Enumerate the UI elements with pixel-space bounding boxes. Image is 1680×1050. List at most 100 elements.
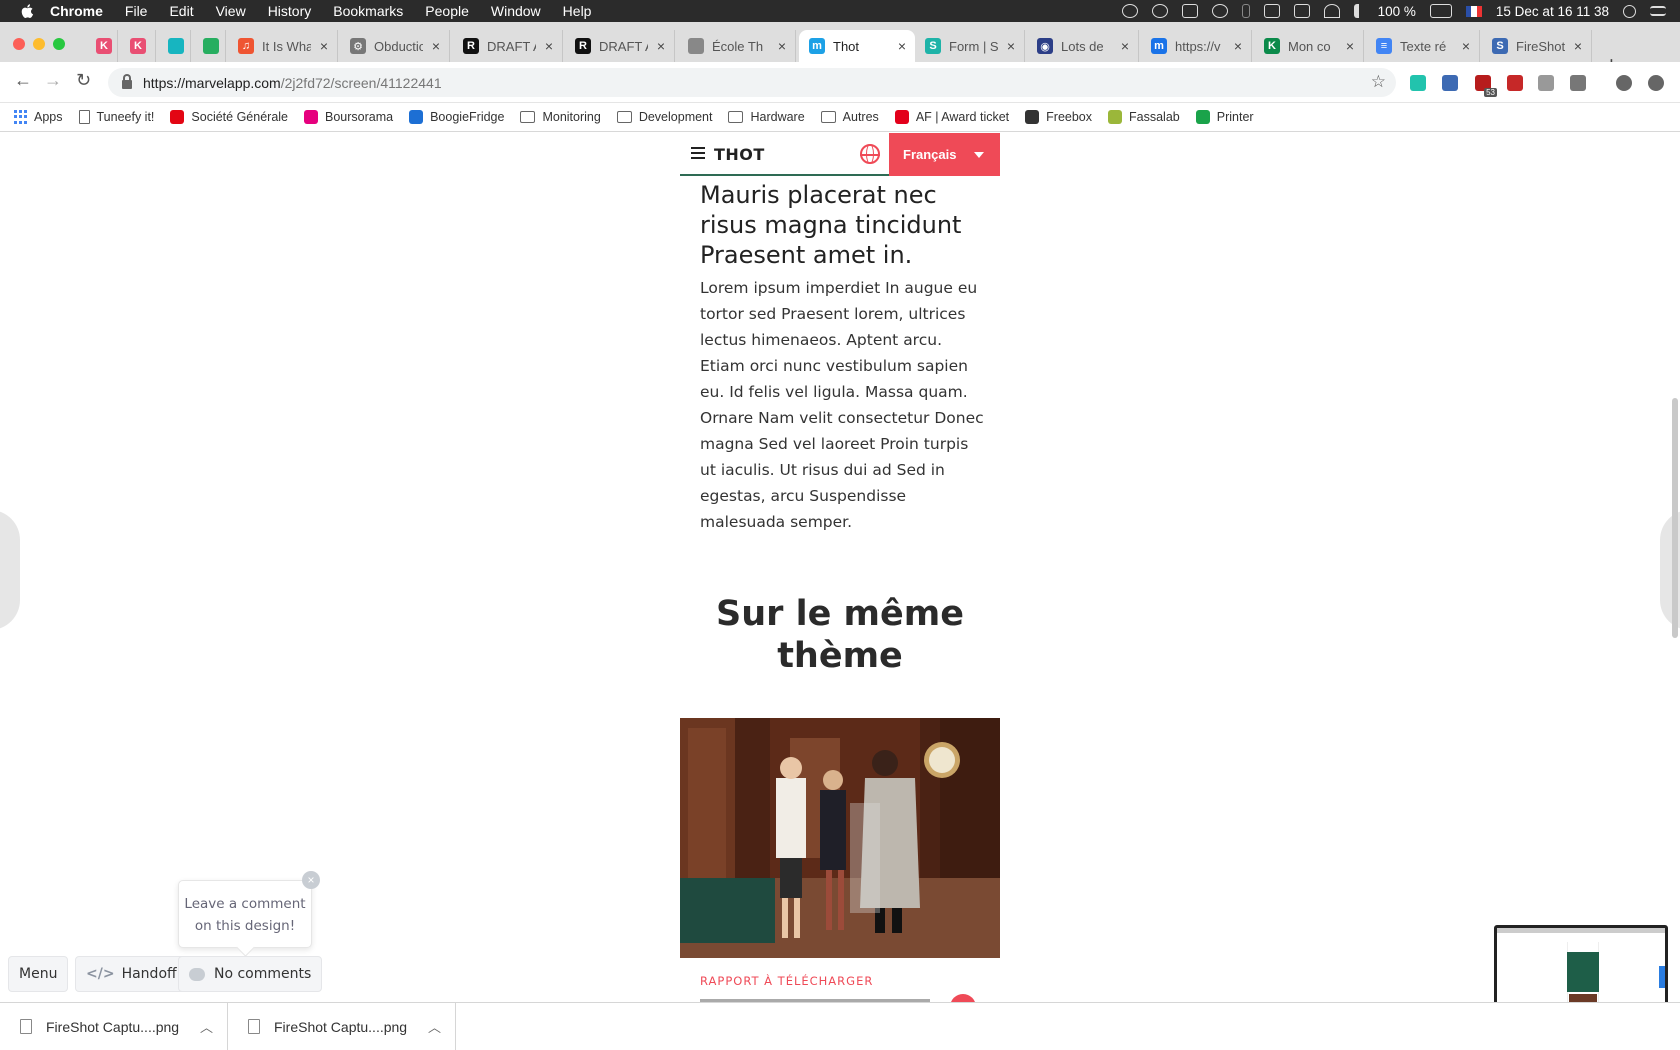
close-tab-icon[interactable]: × xyxy=(775,38,789,54)
menu-view[interactable]: View xyxy=(216,3,246,19)
bookmark-item[interactable]: Development xyxy=(616,110,712,124)
previous-screen-arrow[interactable] xyxy=(0,510,20,630)
marvel-menu-button[interactable]: Menu xyxy=(8,956,69,992)
chevron-up-icon[interactable]: ︿ xyxy=(428,1017,441,1036)
menu-file[interactable]: File xyxy=(125,3,148,19)
minimize-window-button[interactable] xyxy=(33,38,45,50)
json-ext-icon[interactable] xyxy=(1538,75,1554,91)
bookmark-item[interactable]: Monitoring xyxy=(520,110,601,124)
menu-window[interactable]: Window xyxy=(491,3,541,19)
bookmark-star-icon[interactable]: ☆ xyxy=(1371,72,1386,92)
tab[interactable] xyxy=(158,30,191,62)
download-item[interactable]: FireShot Captu....png ︿ xyxy=(228,1002,456,1050)
bookmark-item[interactable]: Fassalab xyxy=(1108,110,1180,124)
notification-center-icon[interactable] xyxy=(1650,6,1666,16)
tab[interactable]: ◉ Lots de × xyxy=(1027,30,1139,62)
menu-edit[interactable]: Edit xyxy=(169,3,193,19)
apple-icon[interactable] xyxy=(20,3,36,19)
profile-icon[interactable] xyxy=(1616,75,1632,91)
marvel-ext-icon[interactable] xyxy=(1410,75,1426,91)
bookmark-item[interactable]: Freebox xyxy=(1025,110,1092,124)
reload-icon[interactable]: ↻ xyxy=(76,70,91,91)
download-icon[interactable] xyxy=(950,994,976,1002)
bookmark-item[interactable]: Boursorama xyxy=(304,110,393,124)
tab[interactable]: K xyxy=(86,30,118,62)
download-item[interactable]: FireShot Captu....png ︿ xyxy=(0,1002,228,1050)
menu-help[interactable]: Help xyxy=(563,3,592,19)
cloud-icon[interactable] xyxy=(1181,4,1198,18)
app-header: THOT Français xyxy=(680,133,1000,176)
bookmark-item[interactable]: AF | Award ticket xyxy=(894,110,1009,124)
back-arrow-icon[interactable]: ← xyxy=(14,70,32,91)
fireshot-ext-icon[interactable] xyxy=(1442,75,1458,91)
status-icon[interactable] xyxy=(1121,4,1138,18)
close-tab-icon[interactable]: × xyxy=(895,38,909,54)
wifi-icon[interactable] xyxy=(1323,4,1340,18)
close-tooltip-button[interactable]: × xyxy=(302,871,320,889)
spotlight-search-icon[interactable] xyxy=(1623,4,1636,18)
close-tab-icon[interactable]: × xyxy=(1571,38,1585,54)
update-icon[interactable] xyxy=(1648,75,1664,91)
tab[interactable]: S FireShot × xyxy=(1482,30,1592,62)
hamburger-menu-icon[interactable] xyxy=(691,147,705,159)
do-not-disturb-icon[interactable] xyxy=(1151,4,1168,18)
bookmark-item[interactable]: Autres xyxy=(820,110,879,124)
tab[interactable]: K xyxy=(120,30,156,62)
handoff-button[interactable]: </> Handoff xyxy=(75,956,188,992)
bookmark-item[interactable]: Apps xyxy=(14,110,63,124)
keyboard-icon[interactable] xyxy=(1293,4,1310,18)
maximize-window-button[interactable] xyxy=(53,38,65,50)
tab[interactable]: m https://v × xyxy=(1141,30,1252,62)
bookmark-item[interactable]: Printer xyxy=(1195,110,1254,124)
language-selector[interactable]: Français xyxy=(889,133,1000,176)
airplay-icon[interactable] xyxy=(1263,4,1280,18)
close-tab-icon[interactable]: × xyxy=(654,38,668,54)
globe-icon[interactable] xyxy=(860,144,880,164)
page-scrollbar[interactable] xyxy=(1672,398,1678,638)
address-bar[interactable]: https://marvelapp.com/2j2fd72/screen/411… xyxy=(108,68,1396,97)
clock[interactable]: 15 Dec at 16 11 38 xyxy=(1496,4,1609,19)
volume-icon[interactable] xyxy=(1353,4,1364,18)
badge-ext-icon[interactable] xyxy=(1475,75,1497,97)
time-machine-icon[interactable] xyxy=(1211,4,1228,18)
comments-button[interactable]: No comments xyxy=(178,956,323,992)
menu-history[interactable]: History xyxy=(268,3,312,19)
bookmark-item[interactable]: Hardware xyxy=(728,110,805,124)
thot-logo[interactable]: THOT xyxy=(714,145,765,164)
chevron-up-icon[interactable]: ︿ xyxy=(200,1017,213,1036)
close-tab-icon[interactable]: × xyxy=(1004,38,1018,54)
tab[interactable]: R DRAFT A × xyxy=(453,30,563,62)
menu-bookmarks[interactable]: Bookmarks xyxy=(333,3,403,19)
close-tab-icon[interactable]: × xyxy=(1118,38,1132,54)
close-tab-icon[interactable]: × xyxy=(429,38,443,54)
tab[interactable]: K Mon co × xyxy=(1254,30,1364,62)
close-tab-icon[interactable]: × xyxy=(1231,38,1245,54)
tab[interactable] xyxy=(193,30,226,62)
tab[interactable]: ♫ It Is Wha × xyxy=(228,30,338,62)
bookmark-item[interactable]: Société Générale xyxy=(170,110,288,124)
close-window-button[interactable] xyxy=(13,38,25,50)
bookmark-item[interactable]: BoogieFridge xyxy=(409,110,504,124)
tab[interactable]: École Th × xyxy=(678,30,796,62)
card-photo[interactable] xyxy=(680,718,1000,958)
close-tab-icon[interactable]: × xyxy=(542,38,556,54)
battery-icon[interactable] xyxy=(1429,4,1452,18)
shield-ext-icon[interactable] xyxy=(1507,75,1523,91)
tab[interactable]: ⚙ Obductio × xyxy=(340,30,450,62)
tab[interactable]: R DRAFT A × xyxy=(565,30,675,62)
tab[interactable]: m Thot × xyxy=(799,30,915,62)
lock-icon[interactable] xyxy=(122,74,132,89)
battery-percent[interactable]: 100 % xyxy=(1378,4,1416,19)
tab[interactable]: ≡ Texte ré × xyxy=(1366,30,1480,62)
forward-arrow-icon[interactable]: → xyxy=(44,70,62,91)
bookmark-item[interactable]: Tuneefy it! xyxy=(78,110,154,124)
tab[interactable]: S Form | S × xyxy=(915,30,1025,62)
s-ext-icon[interactable] xyxy=(1570,75,1586,91)
close-tab-icon[interactable]: × xyxy=(317,38,331,54)
bluetooth-icon[interactable] xyxy=(1241,4,1250,18)
french-flag-icon[interactable] xyxy=(1465,5,1482,17)
close-tab-icon[interactable]: × xyxy=(1459,38,1473,54)
close-tab-icon[interactable]: × xyxy=(1343,38,1357,54)
menu-app-name[interactable]: Chrome xyxy=(50,3,103,19)
menu-people[interactable]: People xyxy=(425,3,469,19)
